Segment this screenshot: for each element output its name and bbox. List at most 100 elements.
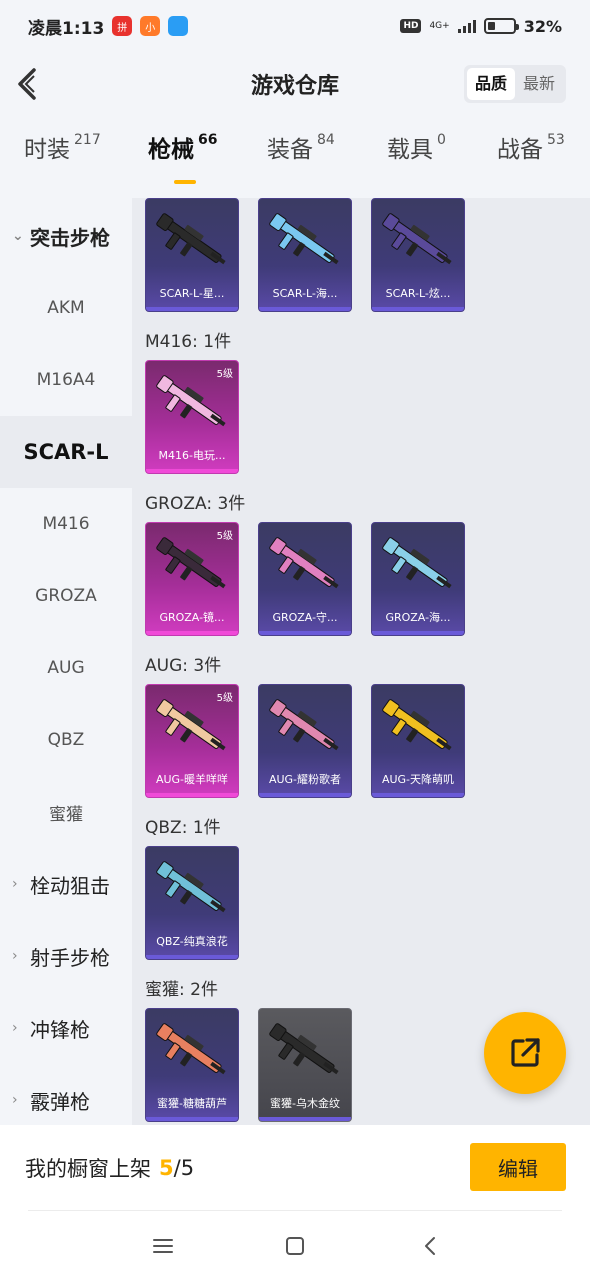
sidebar-group-label: 霰弹枪 [30,1089,90,1114]
card-accent [146,307,238,311]
edit-button[interactable]: 编辑 [470,1143,566,1191]
weapon-skin-card[interactable]: AUG-天降萌叽 [371,684,465,798]
weapon-skin-card[interactable]: SCAR-L-海... [258,198,352,312]
header: 游戏仓库 品质 最新 [0,52,590,116]
weapon-skin-card[interactable]: 蜜獾-乌木金纹 [258,1008,352,1122]
sidebar-group-smg[interactable]: › 冲锋枪 [0,992,132,1064]
weapon-skin-name: SCAR-L-星... [159,287,225,300]
weapon-skin-card[interactable]: QBZ-纯真浪花 [145,846,239,960]
sidebar-item-groza[interactable]: GROZA [0,560,132,632]
sidebar-item-m416[interactable]: M416 [0,488,132,560]
weapon-skin-card[interactable]: 蜜獾-糖糖葫芦 [145,1008,239,1122]
gun-image [382,537,452,589]
gun-image [269,699,339,751]
gun-image [382,213,452,265]
showcase-footer: 我的橱窗上架 5 /5 编辑 [0,1125,590,1210]
menu-icon[interactable] [151,1234,175,1258]
chevron-right-icon: › [12,1092,18,1108]
sort-latest-option[interactable]: 最新 [515,68,563,100]
signal-icon [457,19,476,33]
sidebar-item-scar-l[interactable]: SCAR-L [0,416,132,488]
weapon-skin-name: GROZA-海... [385,611,451,624]
tab-count: 66 [198,132,218,148]
sidebar-item-honey-badger[interactable]: 蜜獾 [0,776,132,848]
sidebar-group-marksman[interactable]: › 射手步枪 [0,920,132,992]
sidebar-item-qbz[interactable]: QBZ [0,704,132,776]
tab-label: 时装 [24,137,70,163]
weapon-skin-card[interactable]: GROZA-守... [258,522,352,636]
section-title: AUG: 3件 [145,656,222,676]
weapon-skin-name: 蜜獾-乌木金纹 [270,1097,340,1110]
back-icon[interactable] [419,1234,443,1258]
showcase-total: /5 [173,1155,195,1180]
gun-image [269,537,339,589]
battery-icon [483,18,519,34]
card-accent [372,793,464,797]
sidebar-group-bolt-action[interactable]: › 栓动狙击 [0,848,132,920]
card-accent [372,631,464,635]
back-button[interactable] [14,66,44,102]
weapon-skin-name: GROZA-镜... [159,611,225,624]
tab-count: 84 [317,132,335,148]
showcase-count: 5 [159,1155,174,1180]
section-title: GROZA: 3件 [145,494,246,514]
sidebar-item-aug[interactable]: AUG [0,632,132,704]
tab-label: 战备 [497,137,543,163]
share-button[interactable] [484,1012,566,1094]
chevron-down-icon: ⌄ [12,228,24,244]
weapon-skin-card[interactable]: 5级 AUG-暖羊咩咩 [145,684,239,798]
sort-quality-option[interactable]: 品质 [466,68,515,100]
tab-label: 枪械 [148,137,194,163]
weapon-skin-name: AUG-暖羊咩咩 [155,773,229,786]
tab-fashion[interactable]: 时装 217 [24,130,101,164]
weapon-skin-name: 蜜獾-糖糖葫芦 [157,1097,227,1110]
level-badge: 5级 [216,693,233,704]
divider [28,1210,562,1211]
weapon-skin-card[interactable]: AUG-耀粉歌者 [258,684,352,798]
active-tab-indicator [174,180,196,184]
tab-vehicles[interactable]: 载具 0 [387,130,446,164]
network-type: 4G+ [429,21,450,31]
weapon-skin-card[interactable]: 5级 GROZA-镜... [145,522,239,636]
sidebar-group-shotgun[interactable]: › 霰弹枪 [0,1064,132,1125]
section-title: M416: 1件 [145,332,232,352]
card-accent [259,1117,351,1121]
gun-image [156,1023,226,1075]
section-title: 蜜獾: 2件 [145,980,218,1000]
weapon-skin-card[interactable]: GROZA-海... [371,522,465,636]
weapon-skin-card[interactable]: SCAR-L-炫... [371,198,465,312]
tab-label: 装备 [267,137,313,163]
sidebar-group-assault-rifles[interactable]: ⌄ 突击步枪 [0,200,132,272]
tab-count: 53 [547,132,565,148]
status-bar: 凌晨1:13 拼 小 HD 4G+ 32% [0,0,590,52]
sidebar-item-akm[interactable]: AKM [0,272,132,344]
weapon-grid: SCAR-L-星... SCAR-L-海... SCAR-L-炫... M416: 1… [132,198,590,1125]
back-arrow-icon [18,68,36,100]
card-accent [146,469,238,473]
gun-image [156,537,226,589]
weapon-skin-card[interactable]: SCAR-L-星... [145,198,239,312]
card-accent [146,1117,238,1121]
tab-firearms[interactable]: 枪械 66 [148,130,218,184]
weapon-skin-card[interactable]: 5级 M416-电玩... [145,360,239,474]
battery-percent: 32% [523,16,562,36]
gun-image [382,699,452,751]
app-icon [168,16,189,36]
category-tabs: 时装 217 枪械 66 装备 84 载具 0 战备 53 [0,130,590,190]
sidebar-item-m16a4[interactable]: M16A4 [0,344,132,416]
hd-icon: HD [400,19,422,33]
home-icon[interactable] [283,1234,307,1258]
tab-supplies[interactable]: 战备 53 [497,130,565,164]
weapon-skin-name: GROZA-守... [272,611,338,624]
system-navbar [0,1210,590,1280]
level-badge: 5级 [216,369,233,380]
sidebar-group-label: 射手步枪 [30,945,110,970]
tab-equipment[interactable]: 装备 84 [267,130,335,164]
weapon-skin-name: M416-电玩... [158,449,226,462]
sidebar-group-label: 栓动狙击 [30,873,110,898]
gun-image [156,699,226,751]
sort-toggle[interactable]: 品质 最新 [463,65,566,103]
weapon-sidebar: ⌄ 突击步枪 AKM M16A4 SCAR-L M416 GROZA AUG Q… [0,200,132,1125]
card-accent [259,307,351,311]
card-accent [372,307,464,311]
